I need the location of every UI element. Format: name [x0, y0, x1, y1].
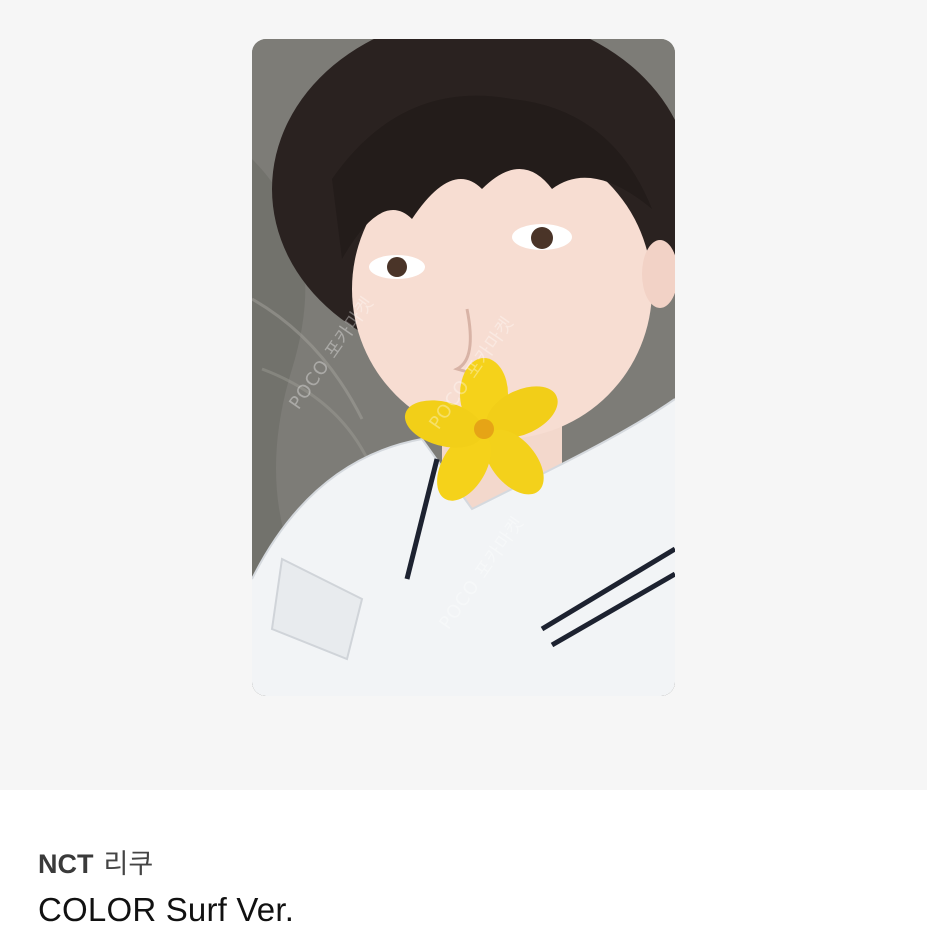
brand-name: NCT: [38, 849, 94, 879]
member-name: 리쿠: [103, 849, 154, 880]
product-title: COLOR Surf Ver.: [38, 891, 295, 928]
photocard-image[interactable]: POCO 포카마켓 POCO 포카마켓 POCO 포카마켓: [252, 39, 675, 696]
product-image-area: POCO 포카마켓 POCO 포카마켓 POCO 포카마켓: [0, 0, 927, 790]
product-brand-line: NCT 리쿠: [38, 842, 153, 881]
